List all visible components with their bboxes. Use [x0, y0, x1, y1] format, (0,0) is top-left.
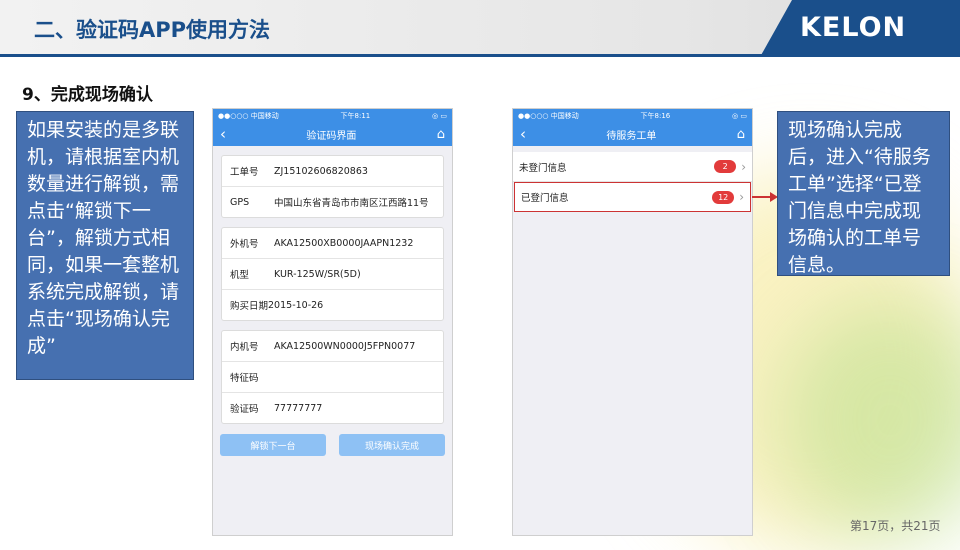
status-time: 下午8:16 — [640, 111, 671, 120]
field-label: 工单号 — [230, 167, 259, 178]
chevron-right-icon: › — [741, 159, 746, 174]
instruction-callout-right: 现场确认完成后，进入“待服务工单”选择“已登门信息中完成现场确认的工单号信息。 — [777, 111, 950, 276]
list-item-not-visited[interactable]: 未登门信息 2 › — [513, 152, 752, 182]
slide-title: 二、验证码APP使用方法 — [34, 18, 271, 42]
form-row-verification-code[interactable]: 验证码 77777777 — [222, 393, 443, 423]
background-blob-green — [780, 300, 960, 540]
list-item-right: 2 › — [714, 160, 746, 174]
form-row-outdoor-number: 外机号 AKA12500XB0000JAAPN1232 — [222, 228, 443, 259]
field-value: 中国山东省青岛市市南区江西路11号 — [274, 198, 429, 209]
list-item-label: 未登门信息 — [519, 162, 567, 174]
field-label: 机型 — [230, 270, 250, 281]
home-icon[interactable]: ⌂ — [437, 127, 445, 142]
status-bar: ●●○○○ 中国移动 下午8:11 ◎ ▭ — [213, 109, 452, 122]
field-value: KUR-125W/SR(5D) — [274, 268, 361, 280]
status-time: 下午8:11 — [340, 111, 371, 120]
form-group-outdoor-unit: 外机号 AKA12500XB0000JAAPN1232 机型 KUR-125W/… — [221, 227, 444, 321]
field-label: 内机号 — [230, 342, 259, 353]
battery-icon: ◎ ▭ — [432, 111, 447, 120]
list-item-visited[interactable]: 已登门信息 12 › — [514, 182, 751, 212]
list-item-right: 12 › — [712, 190, 744, 204]
chevron-right-icon: › — [739, 190, 744, 204]
nav-title: 待服务工单 — [606, 130, 657, 142]
form-row-feature-code[interactable]: 特征码 — [222, 362, 443, 393]
instruction-callout-left: 如果安装的是多联机，请根据室内机数量进行解锁，需点击“解锁下一台”，解锁方式相同… — [16, 111, 194, 380]
carrier-signal: ●●○○○ 中国移动 — [518, 111, 579, 120]
form-group-indoor-unit: 内机号 AKA12500WN0000J5FPN0077 特征码 验证码 7777… — [221, 330, 444, 424]
field-value: ZJ15102606820863 — [274, 165, 368, 177]
button-row: 解锁下一台 现场确认完成 — [220, 434, 445, 456]
field-value: AKA12500WN0000J5FPN0077 — [274, 340, 416, 352]
carrier-signal: ●●○○○ 中国移动 — [218, 111, 279, 120]
field-label: 外机号 — [230, 239, 259, 250]
nav-bar: ‹ 待服务工单 ⌂ — [513, 122, 752, 146]
confirm-done-button[interactable]: 现场确认完成 — [339, 434, 445, 456]
order-status-list: 未登门信息 2 › 已登门信息 12 › — [513, 152, 752, 212]
form-row-indoor-number: 内机号 AKA12500WN0000J5FPN0077 — [222, 331, 443, 362]
back-icon[interactable]: ‹ — [220, 125, 226, 143]
home-icon[interactable]: ⌂ — [737, 127, 745, 142]
battery-icon: ◎ ▭ — [732, 111, 747, 120]
phone-screen-verification: ●●○○○ 中国移动 下午8:11 ◎ ▭ ‹ 验证码界面 ⌂ 工单号 ZJ15… — [212, 108, 453, 536]
section-title: 9、完成现场确认 — [22, 85, 153, 105]
list-item-label: 已登门信息 — [521, 193, 569, 204]
status-bar: ●●○○○ 中国移动 下午8:16 ◎ ▭ — [513, 109, 752, 122]
nav-bar: ‹ 验证码界面 ⌂ — [213, 122, 452, 146]
count-badge: 2 — [714, 160, 737, 173]
count-badge: 12 — [712, 190, 735, 204]
field-label: 验证码 — [230, 404, 259, 415]
field-label: 特征码 — [230, 373, 259, 384]
field-label: 购买日期 — [230, 301, 269, 312]
nav-title: 验证码界面 — [306, 130, 357, 142]
form-row-gps: GPS 中国山东省青岛市市南区江西路11号 — [222, 187, 443, 217]
field-value: 2015-10-26 — [268, 299, 324, 311]
field-label: GPS — [230, 196, 250, 208]
page-number: 第17页，共21页 — [850, 519, 941, 533]
form-row-purchase-date: 购买日期 2015-10-26 — [222, 290, 443, 320]
back-icon[interactable]: ‹ — [520, 125, 526, 143]
kelon-logo: KELON — [800, 12, 907, 43]
form-row-order-number: 工单号 ZJ15102606820863 — [222, 156, 443, 187]
field-value: AKA12500XB0000JAAPN1232 — [274, 237, 414, 249]
form-group-order: 工单号 ZJ15102606820863 GPS 中国山东省青岛市市南区江西路1… — [221, 155, 444, 218]
unlock-next-button[interactable]: 解锁下一台 — [220, 434, 326, 456]
verification-code-input[interactable]: 77777777 — [274, 403, 322, 414]
phone-screen-pending-orders: ●●○○○ 中国移动 下午8:16 ◎ ▭ ‹ 待服务工单 ⌂ 未登门信息 2 … — [512, 108, 753, 536]
form-row-model: 机型 KUR-125W/SR(5D) — [222, 259, 443, 290]
